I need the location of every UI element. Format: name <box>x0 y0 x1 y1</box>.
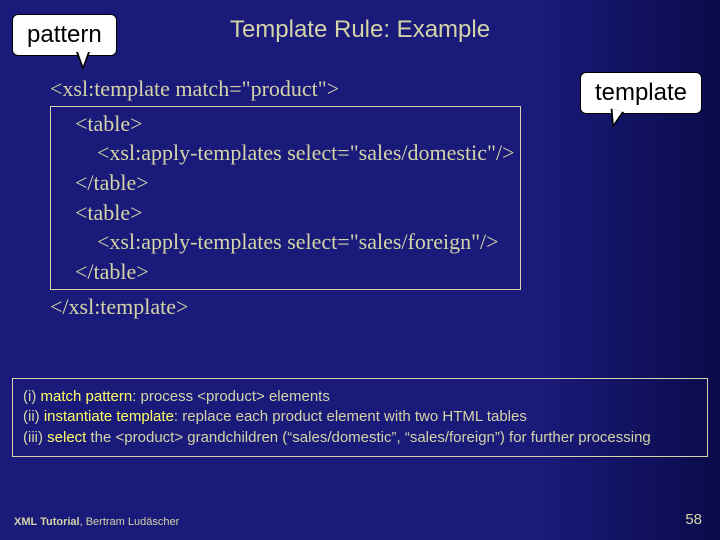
note-line: (ii) instantiate template: replace each … <box>23 407 697 427</box>
callout-pattern-pointer <box>76 52 90 70</box>
note-text: : replace each product element with two … <box>174 408 527 425</box>
footer-title: XML Tutorial <box>14 516 80 528</box>
note-line: (iii) select the <product> grandchildren… <box>23 428 697 448</box>
page-number: 58 <box>685 511 702 528</box>
note-text: : process <product> elements <box>132 388 330 405</box>
code-line: <xsl:apply-templates select="sales/forei… <box>53 227 514 257</box>
notes-box: (i) match pattern: process <product> ele… <box>12 378 708 457</box>
callout-template-pointer <box>606 108 624 129</box>
code-line: <table> <box>53 198 514 228</box>
note-highlight: match pattern <box>41 388 133 405</box>
note-text: (iii) <box>23 429 47 446</box>
footer-author: , Bertram Ludäscher <box>80 516 180 528</box>
note-text: (ii) <box>23 408 44 425</box>
note-highlight: select <box>47 429 86 446</box>
code-line: <xsl:template match="product"> <box>50 74 521 104</box>
note-text: the <product> grandchildren (“sales/dome… <box>86 429 650 446</box>
note-highlight: instantiate template <box>44 408 174 425</box>
code-line: <xsl:apply-templates select="sales/domes… <box>53 138 514 168</box>
code-block: <xsl:template match="product"> <table> <… <box>50 74 521 322</box>
code-line: </table> <box>53 168 514 198</box>
code-line: </xsl:template> <box>50 292 521 322</box>
code-line: <table> <box>53 109 514 139</box>
callout-pattern: pattern <box>12 14 117 56</box>
code-line: </table> <box>53 257 514 287</box>
note-line: (i) match pattern: process <product> ele… <box>23 387 697 407</box>
slide-title: Template Rule: Example <box>230 16 490 44</box>
note-text: (i) <box>23 388 41 405</box>
code-box: <table> <xsl:apply-templates select="sal… <box>50 106 521 290</box>
callout-template: template <box>580 72 702 114</box>
footer-left: XML Tutorial, Bertram Ludäscher <box>14 516 179 528</box>
